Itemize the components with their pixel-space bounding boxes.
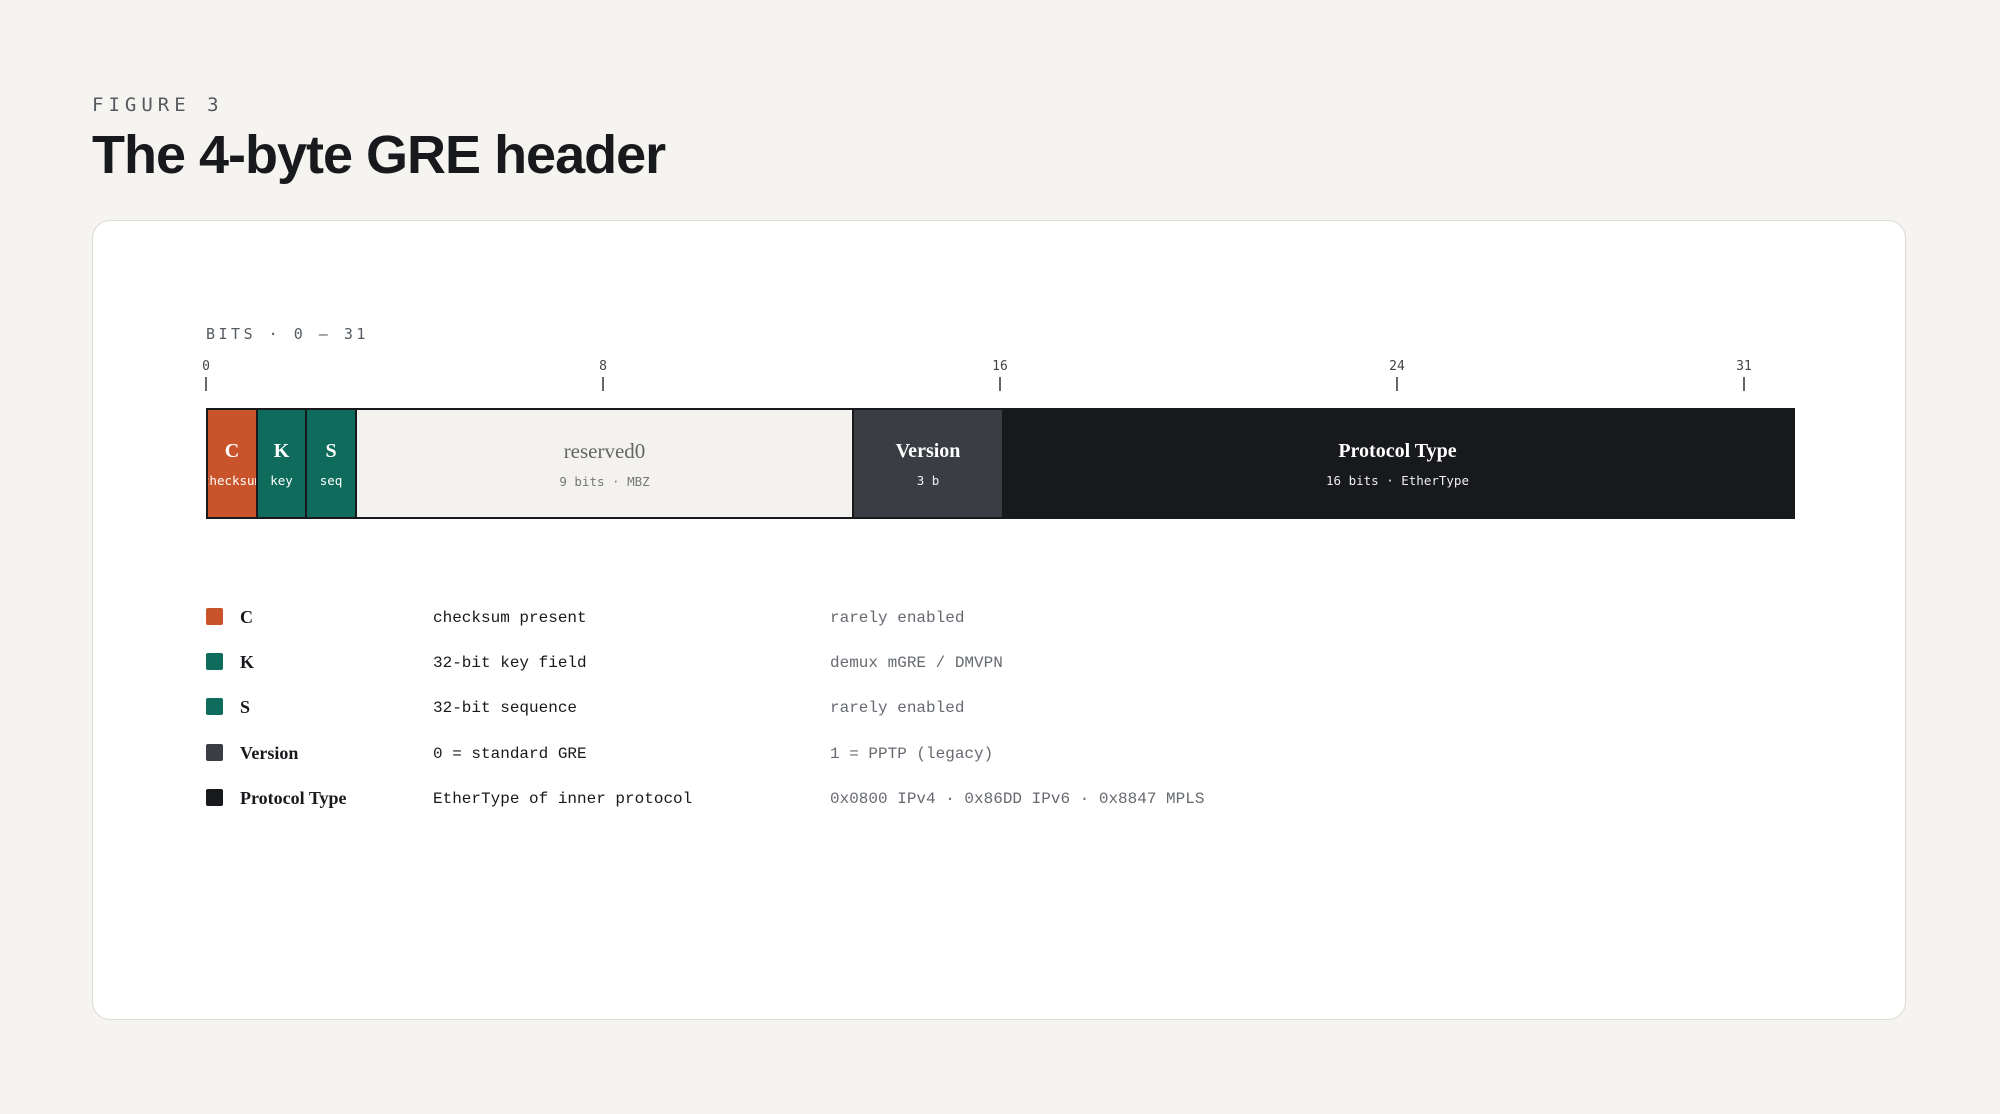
bit-tick-label: 8 [599,359,607,374]
bit-tick-8: 8 [583,359,623,391]
legend-note: rarely enabled [830,699,965,717]
field-c: C checksum [208,410,258,517]
gre-header-bar: C checksum K key S seq reserved0 9 bits … [206,408,1795,519]
bit-tick-label: 24 [1389,359,1405,374]
legend-row-protocol-type: Protocol Type EtherType of inner protoco… [206,788,1406,812]
bit-tick-24: 24 [1377,359,1417,391]
legend-row-k: K 32-bit key field demux mGRE / DMVPN [206,652,1406,676]
legend-name: Version [240,743,299,763]
tick-mark [205,377,207,391]
bit-tick-16: 16 [980,359,1020,391]
legend-desc: EtherType of inner protocol [433,790,693,808]
field-sub: key [270,472,293,488]
legend-note: demux mGRE / DMVPN [830,654,1003,672]
field-name: reserved0 [563,438,646,463]
legend-desc: 32-bit key field [433,654,587,672]
bit-tick-label: 0 [202,359,210,374]
field-name: Protocol Type [1338,439,1457,462]
field-k: K key [258,410,307,517]
field-sub: 9 bits · MBZ [559,473,650,489]
legend-note: 0x0800 IPv4 · 0x86DD IPv6 · 0x8847 MPLS [830,790,1205,808]
legend-name: C [240,607,253,627]
legend-row-s: S 32-bit sequence rarely enabled [206,697,1406,721]
field-name: S [325,439,337,462]
figure-label: FIGURE 3 [92,94,224,116]
field-s: S seq [307,410,357,517]
field-sub: seq [319,472,343,488]
legend-swatch [206,698,223,715]
tick-mark [1396,377,1398,391]
tick-mark [1743,377,1745,391]
bit-tick-label: 16 [992,359,1008,374]
page-title: The 4-byte GRE header [92,125,666,185]
field-sub: 16 bits · EtherType [1326,472,1469,488]
legend-row-version: Version 0 = standard GRE 1 = PPTP (legac… [206,743,1406,767]
field-name: C [224,439,240,462]
legend-note: 1 = PPTP (legacy) [830,745,994,763]
field-name: K [273,439,290,462]
bit-tick-31: 31 [1724,359,1764,391]
bit-tick-label: 31 [1736,359,1752,374]
legend-name: S [240,697,251,717]
field-name: Version [895,439,961,462]
legend-desc: 0 = standard GRE [433,745,587,763]
legend-desc: 32-bit sequence [433,699,578,717]
tick-mark [999,377,1001,391]
field-sub: checksum [208,472,256,488]
legend-swatch [206,744,223,761]
field-protocol-type: Protocol Type 16 bits · EtherType [1002,410,1793,517]
bit-tick-0: 0 [186,359,226,391]
field-reserved0: reserved0 9 bits · MBZ [357,410,854,517]
legend-swatch [206,653,223,670]
bits-label: BITS · 0 — 31 [206,325,369,343]
legend-note: rarely enabled [830,609,965,627]
legend-desc: checksum present [433,609,587,627]
tick-mark [602,377,604,391]
legend-swatch [206,608,223,625]
legend-swatch [206,789,223,806]
legend-name: Protocol Type [240,788,347,808]
field-sub: 3 b [916,472,940,488]
legend-name: K [240,652,255,672]
legend-row-c: C checksum present rarely enabled [206,607,1406,631]
field-version: Version 3 b [854,410,1002,517]
